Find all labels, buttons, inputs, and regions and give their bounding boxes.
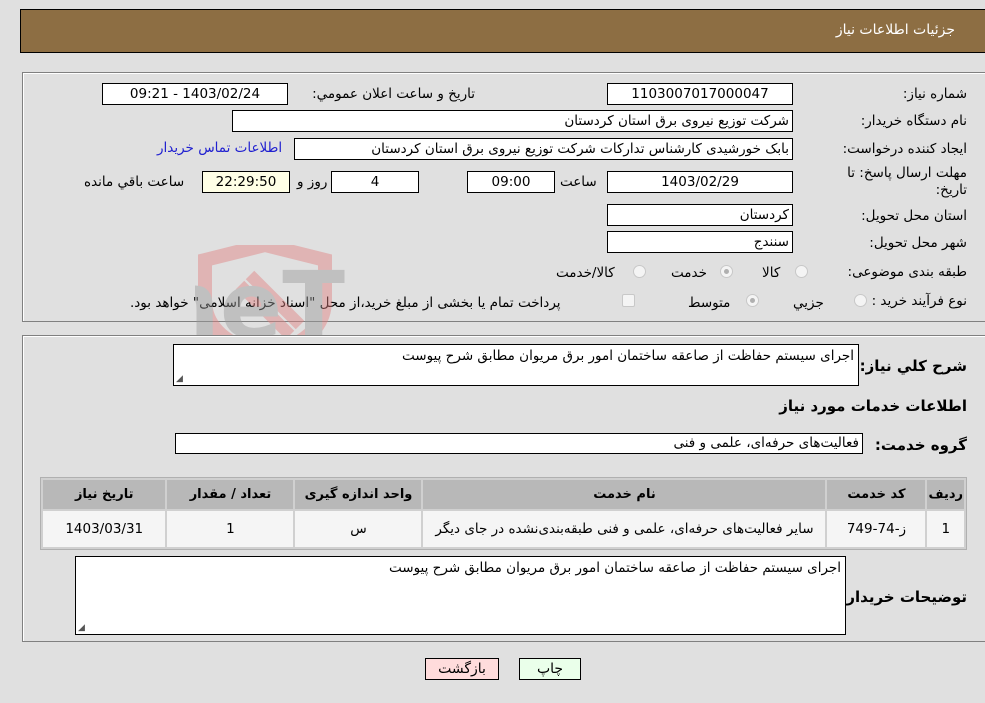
city-label: شهر محل تحویل: (869, 235, 967, 251)
city-field: سنندج (607, 231, 793, 253)
need-description-text: اجرای سیستم حفاظت از صاعقه ساختمان امور … (402, 348, 854, 364)
page-header: جزئیات اطلاعات نیاز (20, 9, 985, 53)
category-radio-goods-service[interactable] (633, 265, 646, 278)
requester-label: ایجاد کننده درخواست: (842, 141, 967, 157)
treasury-checkbox[interactable] (622, 294, 635, 307)
resize-handle-icon[interactable]: ◢ (78, 623, 85, 633)
buyer-notes-text: اجرای سیستم حفاظت از صاعقه ساختمان امور … (389, 560, 841, 576)
deadline-time-label: ساعت (560, 174, 597, 190)
buyer-notes-field[interactable]: اجرای سیستم حفاظت از صاعقه ساختمان امور … (75, 556, 846, 635)
table-row: 1 ز-74-749 سایر فعالیت‌های حرفه‌ای، علمی… (43, 511, 964, 547)
need-number-label: شماره نیاز: (902, 86, 967, 102)
need-description-label: شرح کلي نیاز: (859, 357, 967, 375)
buyer-org-field: شرکت توزیع نیروی برق استان کردستان (232, 110, 793, 132)
days-label: روز و (297, 174, 328, 190)
purchase-type-option-medium: متوسط (688, 295, 731, 311)
cell-unit: س (295, 511, 422, 547)
purchase-type-option-minor: جزيي (793, 295, 824, 311)
deadline-date-field: 1403/02/29 (607, 171, 793, 193)
buyer-notes-label: توضیحات خریدار: (840, 588, 967, 606)
buyer-contact-link[interactable]: اطلاعات تماس خریدار (157, 140, 282, 156)
remaining-label: ساعت باقي مانده (84, 174, 185, 190)
col-need-date: تاریخ نیاز (43, 480, 166, 509)
category-option-goods-service: کالا/خدمت (556, 265, 615, 281)
announce-datetime-field: 1403/02/24 - 09:21 (102, 83, 288, 105)
treasury-checkbox-label: پرداخت تمام یا بخشی از مبلغ خرید،از محل … (130, 295, 561, 311)
cell-need-date: 1403/03/31 (43, 511, 166, 547)
col-unit: واحد اندازه گیری (295, 480, 422, 509)
deadline-label: مهلت ارسال پاسخ: تا تاریخ: (847, 165, 967, 198)
page-title: جزئیات اطلاعات نیاز (835, 22, 955, 38)
services-heading: اطلاعات خدمات مورد نیاز (779, 397, 967, 415)
province-label: استان محل تحویل: (861, 208, 967, 224)
cell-service-name: سایر فعالیت‌های حرفه‌ای، علمی و فنی طبقه… (423, 511, 826, 547)
print-button[interactable]: چاپ (519, 658, 581, 680)
cell-service-code: ز-74-749 (827, 511, 926, 547)
cell-quantity: 1 (167, 511, 294, 547)
purchase-type-label: نوع فرآیند خرید : (871, 293, 967, 309)
purchase-type-radio-minor[interactable] (854, 294, 867, 307)
category-radio-goods[interactable] (795, 265, 808, 278)
category-radio-service[interactable] (720, 265, 733, 278)
remaining-time-field: 22:29:50 (202, 171, 290, 193)
category-option-goods: کالا (762, 265, 781, 281)
table-header-row: ردیف کد خدمت نام خدمت واحد اندازه گیری ت… (43, 480, 964, 509)
col-quantity: تعداد / مقدار (167, 480, 294, 509)
category-label: طبقه بندی موضوعی: (847, 264, 967, 280)
resize-handle-icon[interactable]: ◢ (176, 374, 183, 384)
service-group-label: گروه خدمت: (874, 436, 967, 454)
category-option-service: خدمت (671, 265, 707, 281)
announce-datetime-label: تاریخ و ساعت اعلان عمومي: (312, 86, 475, 102)
province-field: کردستان (607, 204, 793, 226)
purchase-type-radio-medium[interactable] (746, 294, 759, 307)
service-group-field: فعالیت‌های حرفه‌ای، علمی و فنی (175, 433, 863, 454)
back-button[interactable]: بازگشت (425, 658, 499, 680)
col-service-code: کد خدمت (827, 480, 926, 509)
need-description-field[interactable]: اجرای سیستم حفاظت از صاعقه ساختمان امور … (173, 344, 859, 386)
cell-row-number: 1 (927, 511, 964, 547)
buyer-org-label: نام دستگاه خریدار: (860, 113, 967, 129)
need-number-field: 1103007017000047 (607, 83, 793, 105)
requester-field: بابک خورشیدی کارشناس تدارکات شرکت توزیع … (294, 138, 793, 160)
deadline-time-field: 09:00 (467, 171, 555, 193)
col-service-name: نام خدمت (423, 480, 826, 509)
col-row-number: ردیف (927, 480, 964, 509)
remaining-days-field: 4 (331, 171, 419, 193)
services-table: ردیف کد خدمت نام خدمت واحد اندازه گیری ت… (40, 477, 967, 550)
